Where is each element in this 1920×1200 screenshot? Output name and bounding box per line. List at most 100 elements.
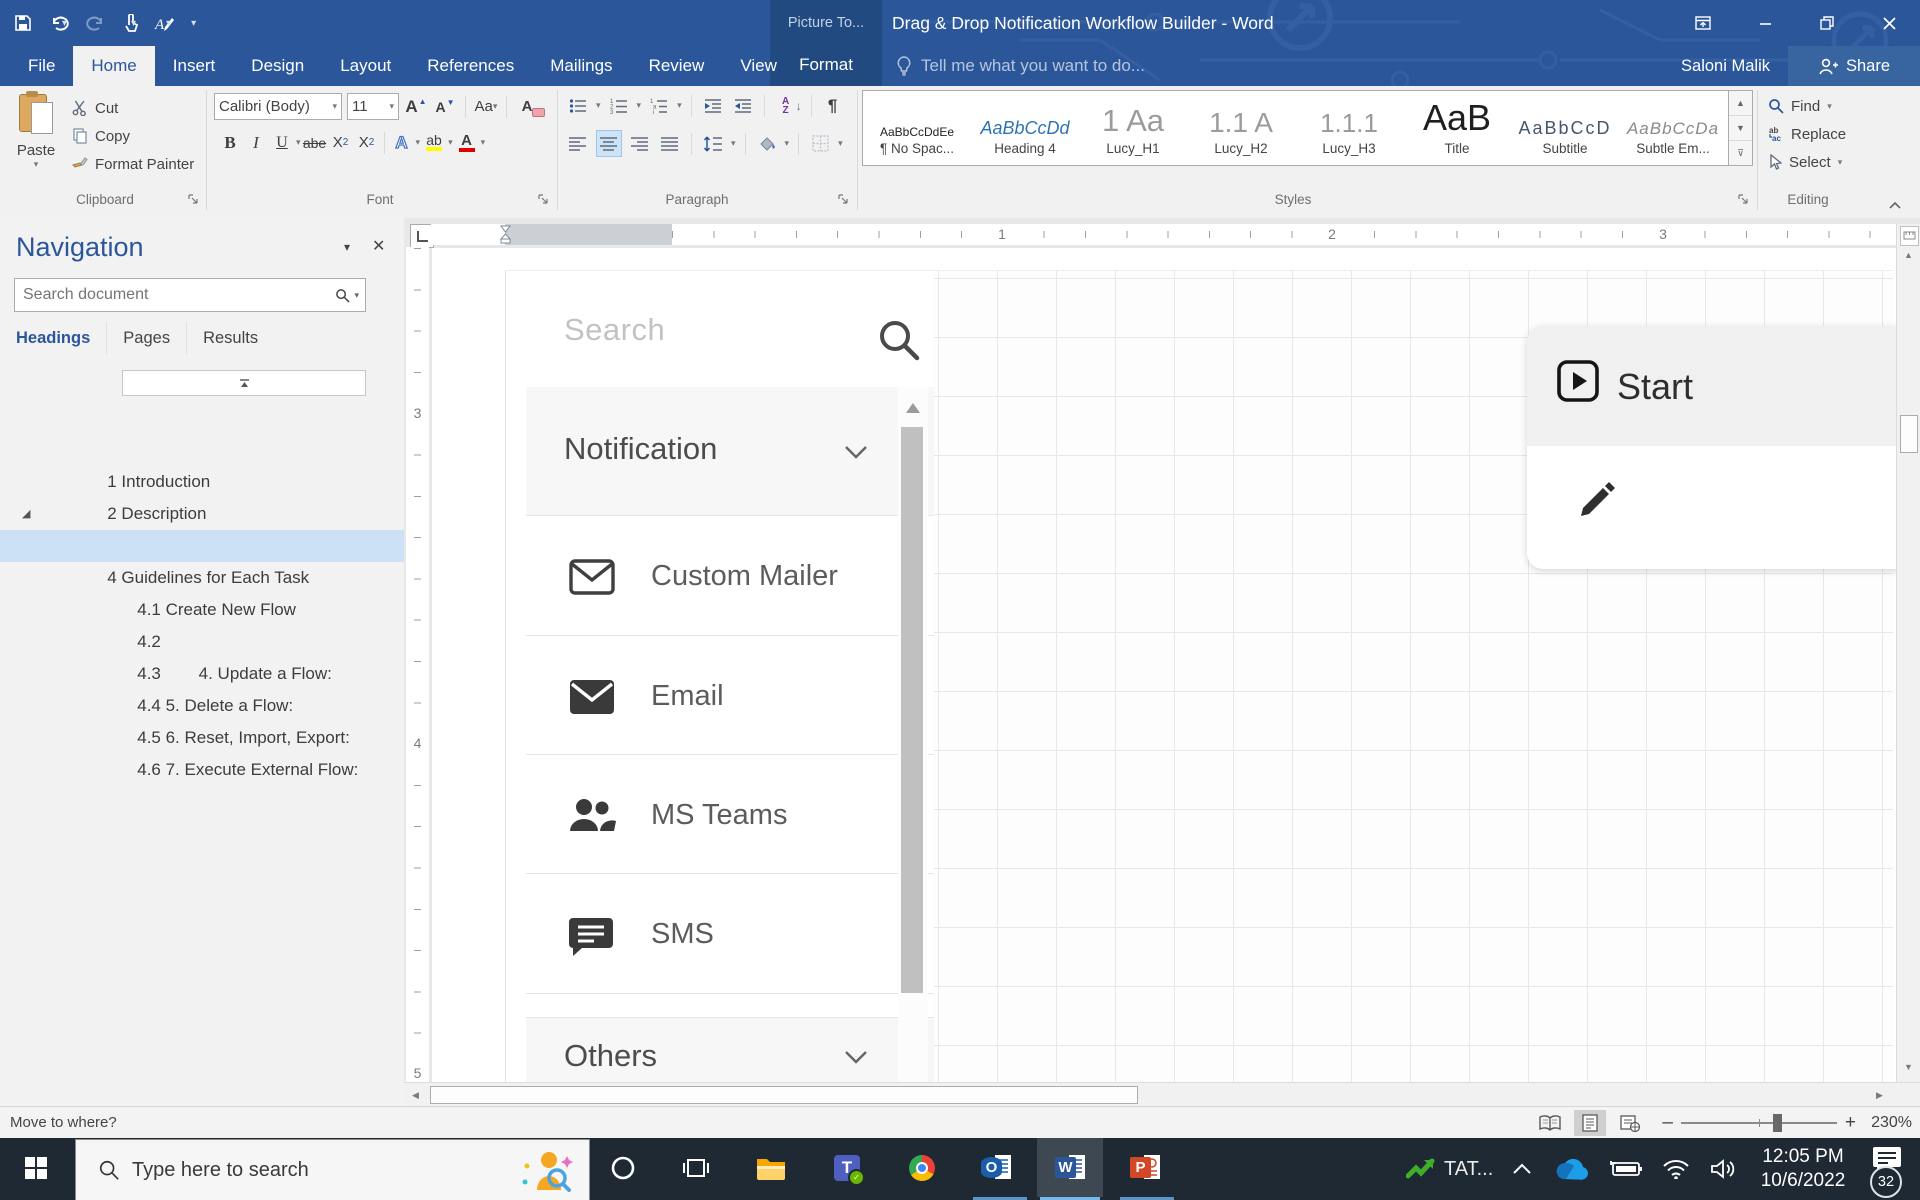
palette-item-ms-teams[interactable]: MS Teams: [526, 754, 934, 875]
wifi-icon[interactable]: [1662, 1159, 1690, 1179]
tray-app-icon[interactable]: [1406, 1156, 1436, 1182]
palette-scroll-up-icon[interactable]: [906, 403, 920, 413]
nav-search-icon[interactable]: [335, 288, 350, 303]
zoom-out-button[interactable]: –: [1662, 1112, 1673, 1134]
select-button[interactable]: Select▾: [1768, 148, 1846, 176]
text-effects-button[interactable]: A: [390, 130, 414, 155]
file-explorer-button[interactable]: [743, 1138, 799, 1197]
zoom-slider[interactable]: [1681, 1122, 1837, 1124]
horizontal-ruler[interactable]: 1 2 3: [431, 224, 1896, 245]
scroll-right-icon[interactable]: ▶: [1876, 1090, 1883, 1101]
restore-down-button[interactable]: [1796, 0, 1858, 46]
heading-item[interactable]: 4.5 6. Reset, Import, Export:: [0, 658, 454, 690]
outlook-button[interactable]: O: [968, 1138, 1024, 1197]
volume-icon[interactable]: [1710, 1159, 1738, 1179]
taskbar-search-box[interactable]: Type here to search: [75, 1139, 590, 1200]
edit-pencil-icon[interactable]: [1575, 474, 1621, 520]
bullets-button[interactable]: [566, 93, 590, 118]
format-painter-button[interactable]: Format Painter: [72, 150, 194, 178]
align-left-button[interactable]: [566, 131, 590, 156]
touch-mode-caret-icon[interactable]: ▾: [131, 18, 136, 29]
action-center-button[interactable]: 32: [1858, 1138, 1920, 1200]
font-color-caret-icon[interactable]: ▾: [481, 137, 486, 148]
others-section-header[interactable]: Others: [526, 1017, 934, 1084]
cut-button[interactable]: Cut: [72, 94, 194, 122]
ribbon-tab[interactable]: Design: [233, 46, 322, 86]
numbering-caret-icon[interactable]: ▾: [637, 100, 642, 111]
styles-scroll-down-icon[interactable]: ▼: [1729, 116, 1752, 141]
style-item[interactable]: 1.1.1 Lucy_H3: [1295, 91, 1403, 165]
font-name-combo[interactable]: Calibri (Body)▾: [214, 93, 342, 120]
tray-app-label[interactable]: TAT...: [1444, 1158, 1500, 1181]
style-item[interactable]: AaBbCcDd Heading 4: [971, 91, 1079, 165]
powerpoint-button[interactable]: P: [1117, 1138, 1173, 1197]
palette-scrollbar[interactable]: [898, 387, 928, 1083]
indent-marker-icon[interactable]: [499, 225, 512, 244]
ribbon-tab[interactable]: Layout: [322, 46, 409, 86]
web-layout-button[interactable]: [1614, 1110, 1646, 1136]
nav-tab-results[interactable]: Results: [187, 322, 274, 354]
multilevel-caret-icon[interactable]: ▾: [677, 100, 682, 111]
nav-tab-pages[interactable]: Pages: [107, 322, 187, 354]
document-horizontal-scrollbar[interactable]: ◀ ▶: [404, 1082, 1920, 1107]
ribbon-tab[interactable]: References: [409, 46, 532, 86]
customize-qat-icon[interactable]: ▾: [191, 18, 196, 29]
align-right-button[interactable]: [628, 131, 652, 156]
read-mode-button[interactable]: [1534, 1110, 1566, 1136]
paste-button[interactable]: Paste ▾: [8, 90, 64, 190]
format-button[interactable]: A ▾: [154, 14, 171, 32]
font-dialog-launcher-icon[interactable]: [538, 194, 550, 206]
line-spacing-caret-icon[interactable]: ▾: [731, 138, 736, 149]
style-item[interactable]: AaB Title: [1403, 91, 1511, 165]
format-caret-icon[interactable]: ▾: [166, 18, 171, 29]
borders-caret-icon[interactable]: ▾: [838, 138, 843, 149]
find-button[interactable]: Find▾: [1768, 92, 1846, 120]
cortana-button[interactable]: [595, 1138, 651, 1197]
nav-tab-headings[interactable]: Headings: [0, 322, 107, 354]
numbering-button[interactable]: 123: [607, 93, 631, 118]
replace-button[interactable]: abac Replace: [1768, 120, 1846, 148]
workflow-builder-image[interactable]: Search Notification Custom Mailer Email: [505, 270, 1893, 1083]
ribbon-tab[interactable]: Insert: [155, 46, 234, 86]
zoom-in-button[interactable]: +: [1845, 1112, 1856, 1134]
scroll-left-icon[interactable]: ◀: [412, 1090, 419, 1101]
touch-mouse-mode-button[interactable]: ▾: [123, 14, 136, 32]
heading-item[interactable]: 4.4 5. Delete a Flow:: [0, 626, 454, 658]
palette-item-sms[interactable]: SMS: [526, 873, 934, 994]
line-spacing-button[interactable]: [701, 131, 725, 156]
navigation-close-icon[interactable]: ✕: [372, 236, 385, 256]
underline-caret-icon[interactable]: ▾: [296, 137, 301, 148]
style-item[interactable]: 1 Aa Lucy_H1: [1079, 91, 1187, 165]
ribbon-tab[interactable]: Home: [73, 46, 154, 86]
align-center-button[interactable]: [596, 130, 622, 157]
save-icon[interactable]: [14, 14, 32, 32]
heading-item[interactable]: 1 Introduction: [0, 402, 424, 434]
show-hide-pilcrow-button[interactable]: ¶: [821, 93, 845, 118]
ribbon-tab[interactable]: File: [10, 46, 73, 86]
vertical-ruler[interactable]: 3 4 5: [406, 247, 429, 1100]
chrome-button[interactable]: [894, 1138, 950, 1197]
heading-item[interactable]: 2 Description: [0, 434, 424, 466]
font-size-combo[interactable]: 11▾: [347, 93, 399, 120]
underline-button[interactable]: U: [270, 130, 294, 155]
others-chevron-icon[interactable]: [842, 1048, 870, 1066]
taskbar-clock[interactable]: 12:05 PM 10/6/2022: [1748, 1145, 1858, 1193]
zoom-level[interactable]: 230%: [1864, 1114, 1912, 1132]
scroll-to-top-button[interactable]: [122, 370, 366, 396]
collapse-triangle-icon[interactable]: ◢: [22, 498, 30, 530]
highlight-caret-icon[interactable]: ▾: [448, 137, 453, 148]
close-button[interactable]: [1858, 0, 1920, 46]
bullets-caret-icon[interactable]: ▾: [596, 100, 601, 111]
onedrive-icon[interactable]: [1554, 1158, 1588, 1180]
superscript-button[interactable]: X2: [355, 130, 379, 155]
clipboard-dialog-launcher-icon[interactable]: [188, 194, 200, 206]
paragraph-dialog-launcher-icon[interactable]: [838, 194, 850, 206]
shrink-font-button[interactable]: A▼: [433, 94, 457, 119]
redo-button[interactable]: [85, 14, 105, 32]
horizontal-scrollbar-thumb[interactable]: [430, 1086, 1138, 1104]
palette-item-custom-mailer[interactable]: Custom Mailer: [526, 515, 934, 636]
shading-caret-icon[interactable]: ▾: [785, 138, 790, 149]
style-item[interactable]: 1.1 A Lucy_H2: [1187, 91, 1295, 165]
nav-search-caret-icon[interactable]: ▾: [354, 290, 359, 301]
increase-indent-button[interactable]: [731, 93, 755, 118]
